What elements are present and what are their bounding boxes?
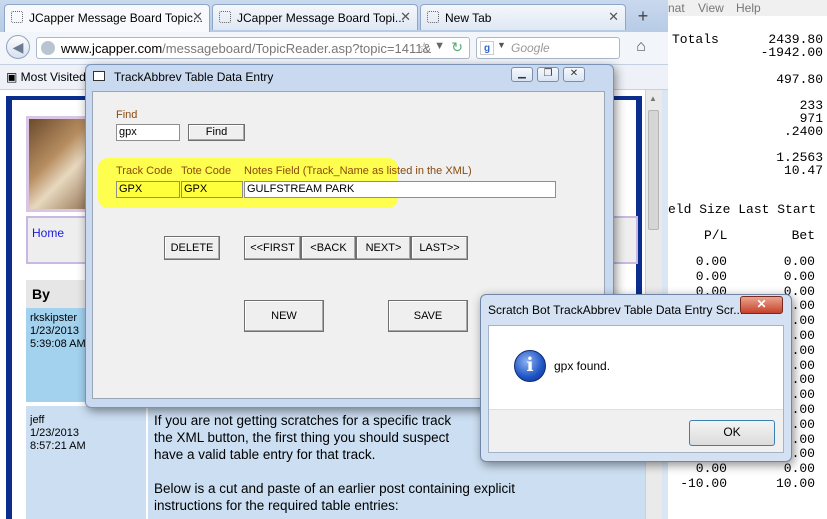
- next-record-button[interactable]: NEXT>: [356, 236, 411, 260]
- ok-button[interactable]: OK: [689, 420, 775, 446]
- pl-cell: 0.00: [695, 461, 727, 477]
- post-line: If you are not getting scratches for a s…: [154, 413, 452, 428]
- scrollbar-thumb[interactable]: [648, 110, 659, 230]
- stat-value-3: .2400: [783, 124, 823, 139]
- form-title: TrackAbbrev Table Data Entry: [114, 70, 274, 84]
- pl-cell: -10.00: [680, 476, 727, 491]
- info-icon: i: [514, 350, 546, 382]
- message-body: i gpx found. OK: [488, 325, 784, 453]
- back-record-button[interactable]: <BACK: [301, 236, 356, 260]
- search-input[interactable]: g ▼ Google: [476, 37, 620, 59]
- post-author: jeff: [30, 414, 45, 426]
- stat-value-5: 10.47: [783, 163, 823, 178]
- col-pl-header: P/L: [704, 228, 728, 243]
- post-time: 5:39:08 AM: [30, 338, 86, 350]
- form-icon: [93, 71, 105, 81]
- totals-label: Totals: [672, 32, 719, 47]
- close-icon[interactable]: ✕: [608, 9, 619, 25]
- tab-strip: JCapper Message Board Topic... ✕ JCapper…: [0, 0, 668, 32]
- tote-code-input[interactable]: GPX: [181, 181, 243, 198]
- message-box-title: Scratch Bot TrackAbbrev Table Data Entry…: [488, 303, 744, 317]
- home-link[interactable]: Home: [32, 226, 64, 240]
- page-icon: [11, 11, 23, 23]
- page-icon: [427, 11, 439, 23]
- track-code-label: Track Code: [116, 165, 173, 177]
- table-header: eld Size Last Start: [668, 202, 817, 217]
- totals-value-3: 497.80: [776, 72, 823, 87]
- tab-title: New Tab: [445, 11, 492, 25]
- bookmark-folder-icon: ▣: [6, 70, 21, 84]
- first-button[interactable]: <<FIRST: [244, 236, 301, 260]
- tab-topic-2[interactable]: JCapper Message Board Topi... ✕: [212, 4, 418, 30]
- post-line: Below is a cut and paste of an earlier p…: [154, 481, 515, 496]
- notes-field-input[interactable]: GULFSTREAM PARK: [244, 181, 556, 198]
- menu-item-nat[interactable]: nat: [668, 1, 685, 15]
- pl-cell: 0.00: [695, 254, 727, 269]
- track-code-input[interactable]: GPX: [116, 181, 180, 198]
- col-bet-header: Bet: [791, 228, 815, 243]
- bookmark-star-icon[interactable]: ☆: [418, 39, 431, 57]
- find-input[interactable]: gpx: [116, 124, 180, 141]
- close-icon[interactable]: ✕: [192, 9, 203, 25]
- url-bar[interactable]: www.jcapper.com/messageboard/TopicReader…: [36, 37, 470, 59]
- menu-item-view[interactable]: View: [698, 1, 724, 15]
- find-button[interactable]: Find: [188, 124, 245, 141]
- delete-button[interactable]: DELETE: [164, 236, 220, 260]
- message-box: Scratch Bot TrackAbbrev Table Data Entry…: [480, 294, 792, 462]
- page-icon: [219, 11, 231, 23]
- message-text: gpx found.: [554, 359, 611, 373]
- close-icon[interactable]: ✕: [400, 9, 411, 25]
- new-tab-button[interactable]: +: [630, 6, 656, 28]
- report-menubar: nat View Help: [668, 0, 827, 16]
- google-icon: g: [480, 41, 494, 55]
- post-line: have a valid table entry for that track.: [154, 447, 376, 462]
- tab-title: JCapper Message Board Topi...: [237, 11, 405, 25]
- post-author-cell: jeff 1/23/2013 8:57:21 AM: [26, 406, 146, 519]
- back-button[interactable]: ◀: [6, 35, 30, 59]
- find-label: Find: [116, 109, 138, 121]
- bookmark-most-visited[interactable]: ▣ Most Visited: [6, 70, 86, 84]
- tab-new[interactable]: New Tab ✕: [420, 4, 626, 30]
- tab-title: JCapper Message Board Topic...: [29, 11, 203, 25]
- url-text: www.jcapper.com/messageboard/TopicReader…: [61, 41, 432, 56]
- menu-item-help[interactable]: Help: [736, 1, 761, 15]
- totals-value-2: -1942.00: [760, 45, 823, 60]
- notes-field-label: Notes Field (Track_Name as listed in the…: [244, 165, 472, 177]
- tab-topic-1[interactable]: JCapper Message Board Topic... ✕: [4, 4, 210, 32]
- post-author: rkskipster: [30, 312, 78, 324]
- post-line: instructions for the required table entr…: [154, 498, 399, 513]
- reload-icon[interactable]: ↻: [451, 39, 463, 56]
- post-line: the XML button, the first thing you shou…: [154, 430, 450, 445]
- minimize-button[interactable]: ▁: [511, 67, 533, 82]
- post-date: 1/23/2013: [30, 427, 79, 439]
- bet-cell: 0.00: [783, 268, 815, 284]
- chevron-down-icon[interactable]: ▼: [497, 40, 506, 50]
- bet-cell: 0.00: [783, 254, 815, 269]
- globe-icon: [41, 41, 55, 55]
- bet-cell: 0.00: [783, 461, 815, 477]
- chevron-down-icon[interactable]: ▼: [434, 40, 445, 52]
- bet-cell: 10.00: [775, 476, 815, 491]
- message-close-button[interactable]: ✕: [740, 296, 783, 314]
- pl-cell: 0.00: [695, 268, 727, 284]
- post-date: 1/23/2013: [30, 325, 79, 337]
- scroll-up-icon[interactable]: ▲: [649, 94, 657, 103]
- navigation-toolbar: ◀ www.jcapper.com/messageboard/TopicRead…: [0, 32, 668, 65]
- tote-code-label: Tote Code: [181, 165, 232, 177]
- restore-button[interactable]: ❐: [537, 67, 559, 82]
- home-icon[interactable]: ⌂: [630, 38, 652, 60]
- close-button[interactable]: ✕: [563, 67, 585, 82]
- new-record-button[interactable]: NEW: [244, 300, 324, 332]
- search-placeholder: Google: [511, 41, 550, 55]
- last-button[interactable]: LAST>>: [411, 236, 468, 260]
- post-time: 8:57:21 AM: [30, 440, 86, 452]
- save-button[interactable]: SAVE: [388, 300, 468, 332]
